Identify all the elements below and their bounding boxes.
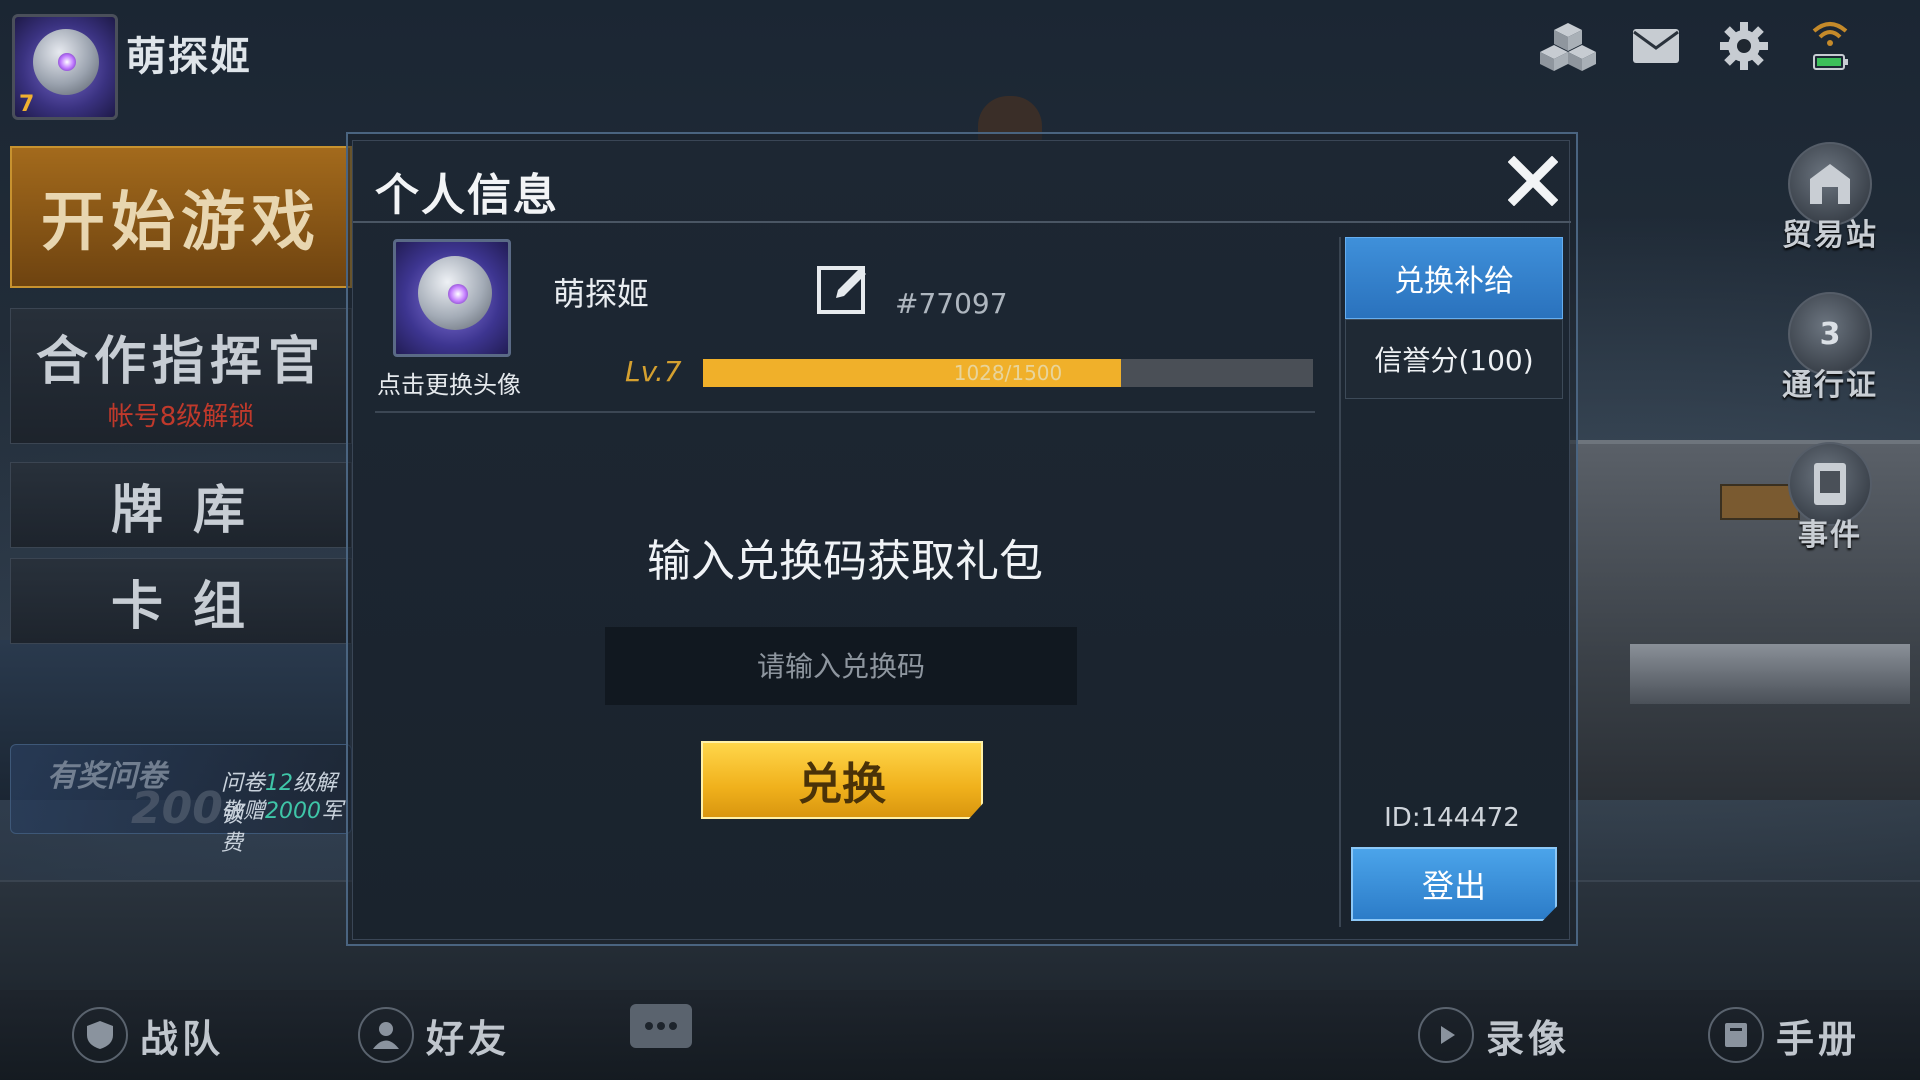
- event-button[interactable]: 事件: [1780, 442, 1880, 562]
- friends-icon: [358, 1007, 414, 1063]
- level-label: Lv.7: [625, 355, 682, 388]
- team-icon: [72, 1007, 128, 1063]
- survey-line2: 敬赠2000军费: [221, 793, 351, 857]
- card-library-label: 牌 库: [110, 480, 252, 541]
- xp-progress-bar: 1028/1500: [703, 359, 1313, 387]
- trade-station-button[interactable]: 贸易站: [1780, 142, 1880, 262]
- wifi-battery-icon: [1800, 16, 1860, 76]
- replay-play-icon: [1418, 1007, 1474, 1063]
- chat-bubble-icon[interactable]: [630, 1004, 692, 1048]
- card-deck-label: 卡 组: [110, 576, 252, 637]
- card-library-button[interactable]: 牌 库: [10, 462, 352, 548]
- player-code: #77097: [895, 287, 1008, 320]
- tab-redeem-supply[interactable]: 兑换补给: [1345, 237, 1563, 319]
- profile-modal: 个人信息 点击更换头像 萌探姬 #77097 Lv.7 1028/1500 输入…: [352, 140, 1571, 940]
- modal-title: 个人信息: [375, 170, 559, 221]
- profile-divider: [375, 411, 1315, 413]
- top-bar: 7 萌探姬: [0, 0, 1920, 120]
- survey-reward-number: 200: [131, 783, 223, 834]
- replay-button[interactable]: 录像: [1418, 1004, 1570, 1066]
- redeem-heading: 输入兑换码获取礼包: [647, 536, 1043, 587]
- scene-machinery-rail: [1630, 644, 1910, 704]
- bottom-bar: 战队 好友 录像 手册: [0, 990, 1920, 1080]
- inventory-cubes-icon[interactable]: [1538, 16, 1598, 76]
- team-label: 战队: [140, 1016, 225, 1061]
- handbook-icon: [1708, 1007, 1764, 1063]
- profile-avatar[interactable]: [393, 239, 511, 357]
- modal-title-divider: [353, 221, 1571, 223]
- edit-name-icon[interactable]: [815, 261, 873, 317]
- xp-progress-text: 1028/1500: [953, 361, 1063, 385]
- coop-commander-label: 合作指挥官: [35, 332, 326, 392]
- card-deck-button[interactable]: 卡 组: [10, 558, 352, 644]
- robot-avatar-icon: [418, 256, 492, 330]
- survey-line2-prefix: 敬赠: [221, 799, 266, 824]
- logout-button[interactable]: 登出: [1351, 847, 1557, 921]
- tab-credit-score[interactable]: 信誉分(100): [1345, 319, 1563, 399]
- change-avatar-hint[interactable]: 点击更换头像: [377, 365, 521, 400]
- redeem-button[interactable]: 兑换: [701, 741, 983, 819]
- mail-icon[interactable]: [1626, 16, 1686, 76]
- survey-line2-highlight: 2000: [265, 799, 322, 824]
- friends-button[interactable]: 好友: [358, 1004, 510, 1066]
- redeem-code-input[interactable]: [605, 627, 1077, 705]
- pass-button[interactable]: 3 通行证: [1780, 292, 1880, 412]
- handbook-button[interactable]: 手册: [1708, 1004, 1860, 1066]
- pass-label: 通行证: [1782, 368, 1878, 403]
- player-avatar[interactable]: 7: [12, 14, 118, 120]
- player-name: 萌探姬: [126, 34, 252, 80]
- coop-lock-hint: 帐号8级解锁: [107, 402, 255, 432]
- friends-label: 好友: [426, 1016, 511, 1061]
- modal-side-panel: 兑换补给 信誉分(100) ID:144472 登出: [1339, 237, 1563, 927]
- profile-name: 萌探姬: [553, 275, 650, 313]
- robot-avatar-icon: [33, 29, 99, 95]
- start-game-button[interactable]: 开始游戏: [10, 146, 352, 288]
- user-id: ID:144472: [1384, 803, 1520, 833]
- handbook-label: 手册: [1776, 1016, 1861, 1061]
- pass-level: 3: [1819, 316, 1841, 352]
- coop-commander-button[interactable]: 合作指挥官 帐号8级解锁: [10, 308, 352, 444]
- close-icon[interactable]: [1503, 151, 1563, 211]
- team-button[interactable]: 战队: [72, 1004, 224, 1066]
- event-label: 事件: [1798, 518, 1862, 553]
- player-level-badge: 7: [19, 92, 35, 117]
- survey-banner[interactable]: 有奖问卷 200 问卷12级解锁 敬赠2000军费: [10, 744, 352, 856]
- gear-icon[interactable]: [1714, 16, 1774, 76]
- trade-station-label: 贸易站: [1782, 218, 1878, 253]
- replay-label: 录像: [1486, 1016, 1571, 1061]
